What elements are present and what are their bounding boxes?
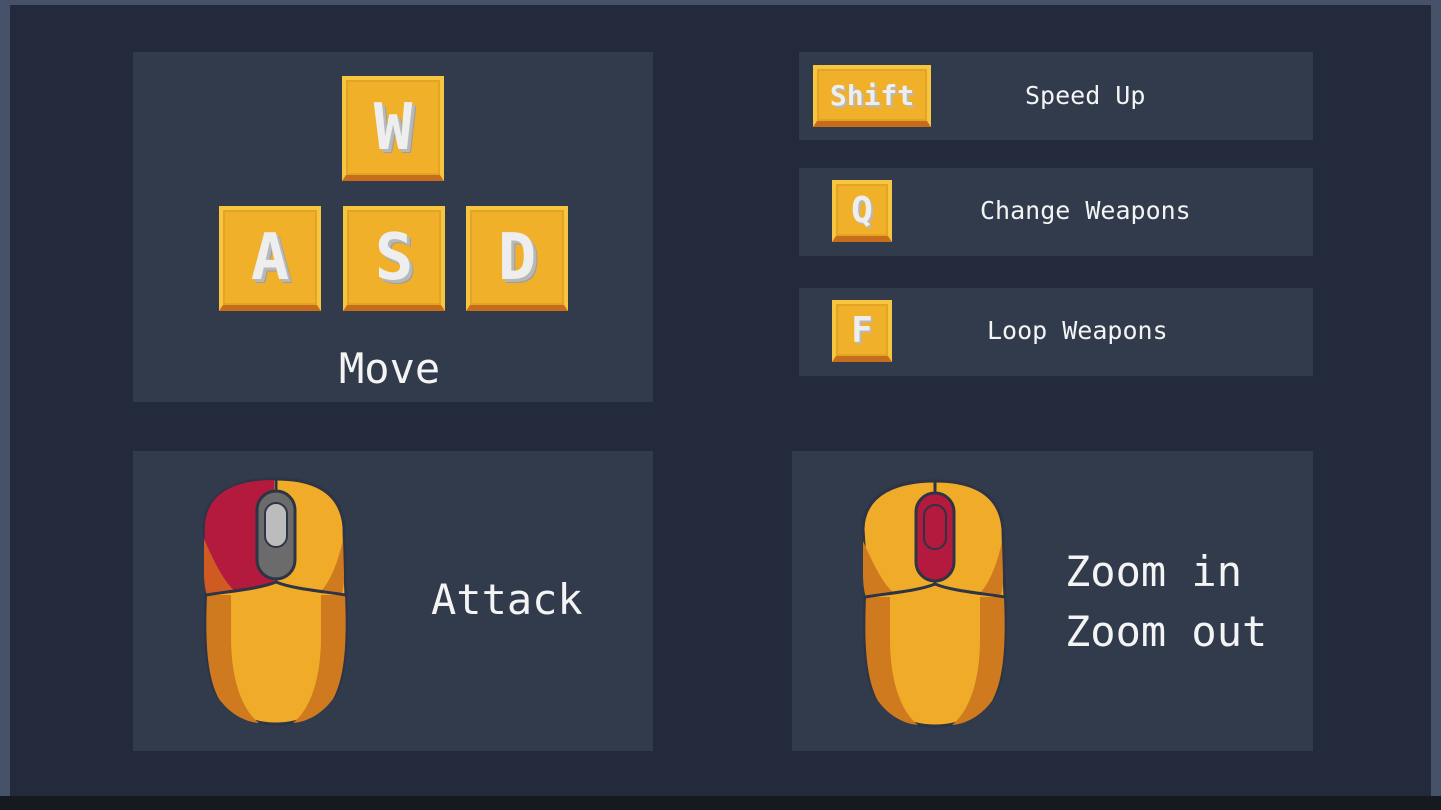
key-s: S: [343, 206, 445, 311]
zoom-in-label: Zoom in: [1065, 547, 1243, 596]
key-shift: Shift: [813, 65, 931, 127]
key-a: A: [219, 206, 321, 311]
zoom-out-label: Zoom out: [1065, 607, 1268, 656]
move-label: Move: [339, 344, 441, 393]
zoom-panel: Zoom in Zoom out: [792, 451, 1313, 751]
key-f: F: [832, 300, 892, 362]
key-w: W: [342, 76, 444, 181]
speed-up-label: Speed Up: [1025, 81, 1146, 110]
scroll-wheel-mouse-icon: [861, 479, 1007, 728]
binding-row-q: Q Change Weapons: [799, 168, 1313, 256]
attack-panel: Attack: [133, 451, 653, 751]
key-d: D: [466, 206, 568, 311]
left-click-mouse-icon: [202, 477, 348, 726]
binding-row-f: F Loop Weapons: [799, 288, 1313, 376]
change-weapons-label: Change Weapons: [980, 196, 1191, 225]
binding-row-shift: Shift Speed Up: [799, 52, 1313, 140]
move-panel: W A S D Move: [133, 52, 653, 402]
attack-label: Attack: [431, 575, 583, 624]
key-q: Q: [832, 180, 892, 242]
loop-weapons-label: Loop Weapons: [987, 316, 1168, 345]
bottom-bar: [0, 796, 1441, 810]
